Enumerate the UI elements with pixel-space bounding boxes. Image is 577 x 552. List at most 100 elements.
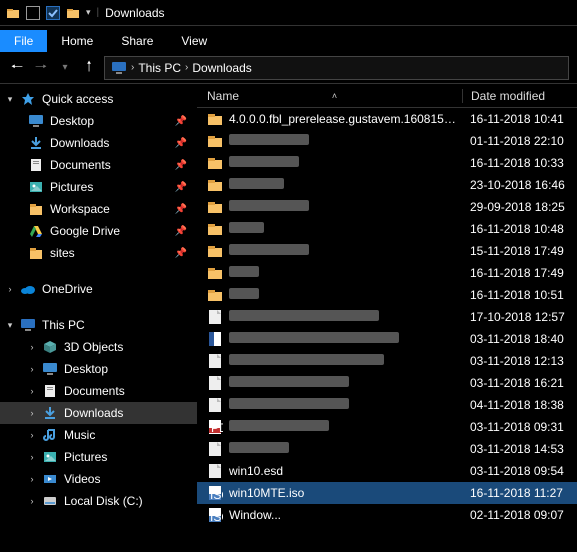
file-name-redacted [229, 442, 456, 456]
title-bar: ▾ | Downloads [0, 0, 577, 26]
address-bar: 🠐 🠒 ▾ 🠑 › This PC › Downloads [0, 52, 577, 84]
tab-view[interactable]: View [167, 30, 221, 52]
file-row[interactable]: 29-09-2018 18:25 [197, 196, 577, 218]
sidebar-item-sites[interactable]: sites📌 [0, 242, 197, 264]
sidebar-this-pc[interactable]: ▾ This PC [0, 314, 197, 336]
file-date: 16-11-2018 10:48 [462, 222, 577, 236]
file-row[interactable]: 16-11-2018 17:49 [197, 262, 577, 284]
sidebar-item-label: Google Drive [50, 224, 120, 238]
nav-back-button[interactable]: 🠐 [8, 59, 26, 77]
sidebar-item-label: Downloads [50, 136, 109, 150]
nav-forward-button[interactable]: 🠒 [32, 59, 50, 77]
chevron-right-icon[interactable]: › [28, 474, 36, 484]
file-row[interactable]: 01-11-2018 22:10 [197, 130, 577, 152]
navigation-pane: ▾ Quick access Desktop📌Downloads📌Documen… [0, 84, 197, 552]
sidebar-item-documents[interactable]: Documents📌 [0, 154, 197, 176]
crumb-current[interactable]: Downloads [192, 61, 251, 75]
cloud-icon [20, 281, 36, 297]
sidebar-item-label: Pictures [64, 450, 107, 464]
svg-text:ISO: ISO [210, 488, 223, 501]
chevron-right-icon[interactable]: › [185, 62, 188, 73]
sidebar-item-local-disk-c-[interactable]: ›Local Disk (C:) [0, 490, 197, 512]
sidebar-item-workspace[interactable]: Workspace📌 [0, 198, 197, 220]
file-row[interactable]: 03-11-2018 12:13 [197, 350, 577, 372]
sidebar-icon [28, 179, 44, 195]
file-row[interactable]: 04-11-2018 18:38 [197, 394, 577, 416]
file-row[interactable]: ISOwin10MTE.iso16-11-2018 11:27 [197, 482, 577, 504]
file-row[interactable]: 16-11-2018 10:51 [197, 284, 577, 306]
file-date: 29-09-2018 18:25 [462, 200, 577, 214]
file-date: 03-11-2018 09:54 [462, 464, 577, 478]
chevron-right-icon[interactable]: › [28, 496, 36, 506]
qat-dropdown-icon[interactable]: ▾ [86, 7, 91, 18]
crumb-root[interactable]: This PC [138, 61, 181, 75]
sidebar-item-google-drive[interactable]: Google Drive📌 [0, 220, 197, 242]
window-title: Downloads [105, 6, 164, 20]
tab-share[interactable]: Share [107, 30, 167, 52]
properties-toggle-icon[interactable] [46, 6, 60, 20]
file-row[interactable]: 03-11-2018 18:40 [197, 328, 577, 350]
file-date: 17-10-2018 12:57 [462, 310, 577, 324]
folder-window-icon [66, 6, 80, 20]
nav-recent-dropdown[interactable]: ▾ [56, 59, 74, 77]
file-row[interactable]: 15-11-2018 17:49 [197, 240, 577, 262]
chevron-right-icon[interactable]: › [131, 62, 134, 73]
chevron-right-icon[interactable]: › [28, 386, 36, 396]
file-row[interactable]: 16-11-2018 10:48 [197, 218, 577, 240]
file-row[interactable]: PDF03-11-2018 09:31 [197, 416, 577, 438]
sidebar-item-desktop[interactable]: Desktop📌 [0, 110, 197, 132]
file-row[interactable]: 23-10-2018 16:46 [197, 174, 577, 196]
sidebar-item-pictures[interactable]: Pictures📌 [0, 176, 197, 198]
folder-icon [207, 265, 223, 281]
this-pc-icon [111, 61, 127, 75]
chevron-right-icon[interactable]: › [6, 284, 14, 294]
sidebar-icon [42, 361, 58, 377]
sidebar-item-videos[interactable]: ›Videos [0, 468, 197, 490]
sidebar-onedrive[interactable]: › OneDrive [0, 278, 197, 300]
column-date[interactable]: Date modified [462, 89, 577, 103]
file-name-redacted [229, 178, 456, 192]
pin-icon: 📌 [175, 204, 187, 215]
sidebar-icon [42, 449, 58, 465]
sidebar-icon [28, 223, 44, 239]
file-row[interactable]: 16-11-2018 10:33 [197, 152, 577, 174]
sidebar-item-music[interactable]: ›Music [0, 424, 197, 446]
file-row[interactable]: 03-11-2018 16:21 [197, 372, 577, 394]
file-row[interactable]: win10.esd 03-11-2018 09:54 [197, 460, 577, 482]
select-toggle-icon[interactable] [26, 6, 40, 20]
file-name-redacted [229, 376, 456, 390]
file-date: 15-11-2018 17:49 [462, 244, 577, 258]
chevron-right-icon[interactable]: › [28, 364, 36, 374]
chevron-down-icon[interactable]: ▾ [6, 94, 14, 105]
chevron-right-icon[interactable]: › [28, 430, 36, 440]
sidebar-quick-access[interactable]: ▾ Quick access [0, 88, 197, 110]
breadcrumb[interactable]: › This PC › Downloads [104, 56, 569, 80]
sidebar-item-3d-objects[interactable]: ›3D Objects [0, 336, 197, 358]
sidebar-icon [42, 427, 58, 443]
chevron-down-icon[interactable]: ▾ [6, 320, 14, 331]
file-row[interactable]: ISOWindow...02-11-2018 09:07 [197, 504, 577, 526]
folder-mini-icon [6, 6, 20, 20]
sidebar-item-label: OneDrive [42, 282, 93, 296]
chevron-right-icon[interactable]: › [28, 342, 36, 352]
file-row[interactable]: 4.0.0.0.fbl_prerelease.gustavem.160815-0… [197, 108, 577, 130]
chevron-right-icon[interactable]: › [28, 452, 36, 462]
sidebar-item-documents[interactable]: ›Documents [0, 380, 197, 402]
file-row[interactable]: 03-11-2018 14:53 [197, 438, 577, 460]
file-date: 03-11-2018 14:53 [462, 442, 577, 456]
sidebar-item-pictures[interactable]: › Pictures [0, 446, 197, 468]
nav-up-button[interactable]: 🠑 [80, 59, 98, 77]
file-row[interactable]: 17-10-2018 12:57 [197, 306, 577, 328]
tab-file[interactable]: File [0, 30, 47, 52]
file-icon [207, 397, 223, 413]
file-date: 02-11-2018 09:07 [462, 508, 577, 522]
file-name-redacted [229, 200, 456, 214]
file-name: win10.esd [229, 464, 456, 478]
sidebar-item-desktop[interactable]: ›Desktop [0, 358, 197, 380]
sidebar-icon [28, 245, 44, 261]
sidebar-item-downloads[interactable]: ›Downloads [0, 402, 197, 424]
sidebar-item-downloads[interactable]: Downloads📌 [0, 132, 197, 154]
sidebar-icon [42, 493, 58, 509]
tab-home[interactable]: Home [47, 30, 107, 52]
chevron-right-icon[interactable]: › [28, 408, 36, 418]
